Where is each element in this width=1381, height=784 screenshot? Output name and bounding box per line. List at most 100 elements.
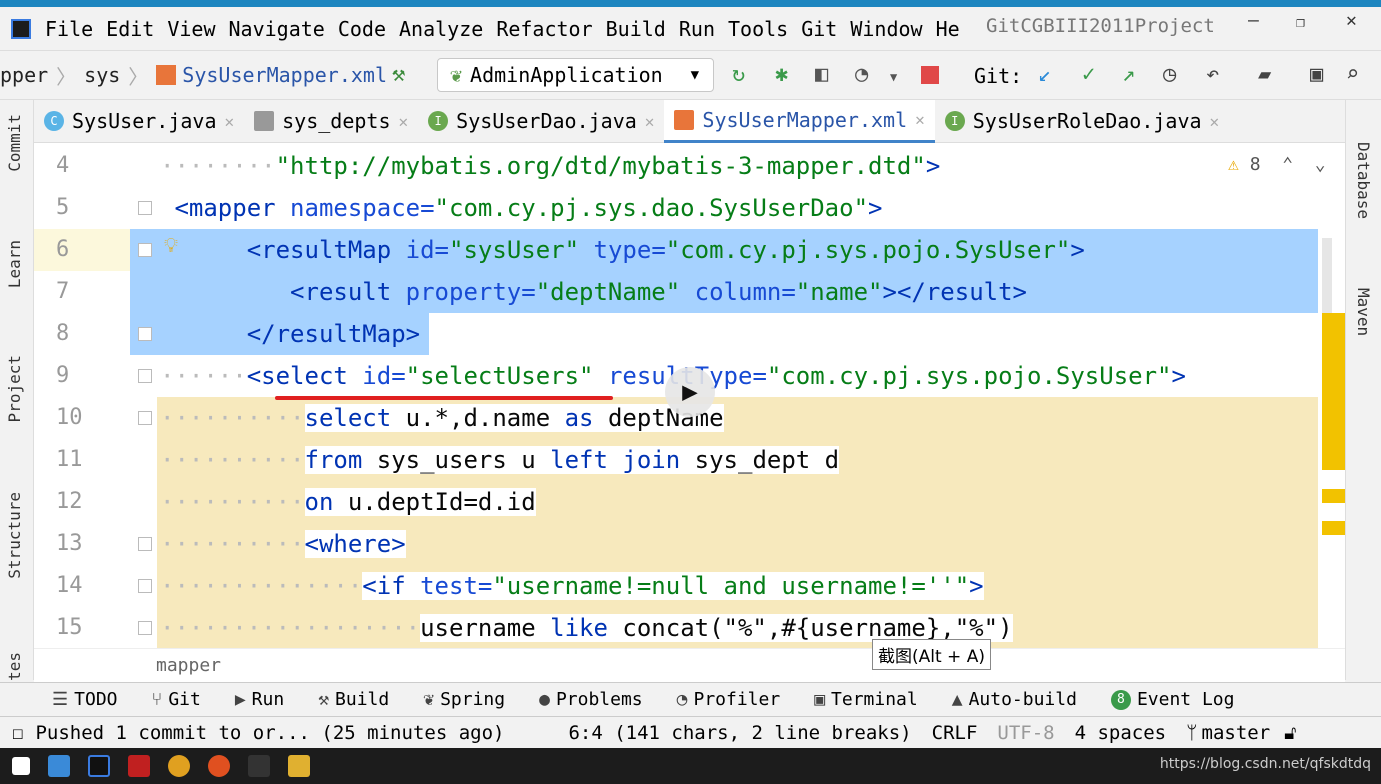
toolwindow-spring[interactable]: ❦ Spring: [423, 689, 505, 710]
minimize-button[interactable]: –: [1248, 10, 1259, 31]
video-play-button[interactable]: ▶: [665, 367, 715, 417]
line-number: 13: [56, 531, 83, 556]
caret-position[interactable]: 6:4 (141 chars, 2 line breaks): [568, 722, 911, 744]
project-structure-icon[interactable]: ▰: [1258, 62, 1271, 87]
toolwindow-label: Problems: [555, 689, 643, 710]
rollback-icon[interactable]: ↶: [1206, 62, 1219, 87]
tool-learn[interactable]: Learn: [5, 240, 24, 288]
menu-run[interactable]: Run: [679, 17, 715, 41]
menu-refactor[interactable]: Refactor: [496, 17, 592, 41]
tool-maven[interactable]: Maven: [1354, 288, 1373, 336]
toolwindow-todo[interactable]: ☰ TODO: [52, 689, 118, 710]
run-anything-icon[interactable]: ▣: [1310, 62, 1323, 87]
chrome-icon[interactable]: [168, 755, 190, 777]
fold-marker-icon[interactable]: [138, 243, 152, 257]
close-tab-icon[interactable]: ✕: [399, 112, 409, 131]
close-tab-icon[interactable]: ✕: [915, 110, 925, 129]
toolwindow-git[interactable]: ⑂ Git: [152, 689, 201, 710]
folder-icon[interactable]: [288, 755, 310, 777]
search-icon[interactable]: ⌕: [1346, 62, 1359, 87]
tab-sys-depts[interactable]: sys_depts ✕: [244, 100, 418, 143]
editor-scrollbar[interactable]: [1318, 143, 1345, 648]
code-token: "selectUsers": [405, 362, 608, 390]
line-number: 10: [56, 405, 83, 430]
toolwindow-terminal[interactable]: ▣ Terminal: [814, 689, 918, 710]
rerun-icon[interactable]: ↻: [732, 62, 745, 87]
git-update-icon[interactable]: ↙: [1038, 62, 1051, 87]
tool-favorites[interactable]: tes: [5, 652, 24, 681]
tab-sysuserroledao-java[interactable]: I SysUserRoleDao.java ✕: [935, 100, 1229, 143]
code-line: 6 <resultMap id="sysUser" type="com.cy.p…: [34, 229, 1318, 271]
line-separator[interactable]: CRLF: [932, 722, 978, 744]
toolwindow-auto-build[interactable]: ▲ Auto-build: [952, 689, 1077, 710]
tool-commit[interactable]: Commit: [5, 114, 24, 172]
fold-marker-icon[interactable]: [138, 579, 152, 593]
windows-start-icon[interactable]: [12, 757, 30, 775]
tab-sysuserdao-java[interactable]: I SysUserDao.java ✕: [418, 100, 664, 143]
git-commit-icon[interactable]: ✓: [1082, 62, 1095, 87]
menu-he[interactable]: He: [936, 17, 960, 41]
fold-marker-icon[interactable]: [138, 201, 152, 215]
more-dropdown-icon[interactable]: ▼: [890, 70, 897, 84]
fold-marker-icon[interactable]: [138, 621, 152, 635]
status-panel-icon[interactable]: ☐: [12, 722, 23, 744]
close-tab-icon[interactable]: ✕: [1210, 112, 1220, 131]
intention-bulb-icon[interactable]: 💡︎: [164, 233, 178, 257]
fold-marker-icon[interactable]: [138, 411, 152, 425]
fold-marker-icon[interactable]: [138, 327, 152, 341]
lock-icon[interactable]: 🔓︎: [1284, 722, 1296, 744]
menu-tools[interactable]: Tools: [728, 17, 788, 41]
toolwindow-problems[interactable]: ● Problems: [539, 689, 643, 710]
breadcrumb-sys[interactable]: sys: [84, 63, 120, 87]
close-tab-icon[interactable]: ✕: [225, 112, 235, 131]
history-icon[interactable]: ◷: [1163, 62, 1176, 87]
filezilla-icon[interactable]: [128, 755, 150, 777]
menu-analyze[interactable]: Analyze: [399, 17, 483, 41]
terminal-icon[interactable]: [248, 755, 270, 777]
code-token: "com.cy.pj.sys.pojo.SysUser": [665, 236, 1071, 264]
toolwindow-build[interactable]: ⚒ Build: [318, 689, 389, 710]
tool-project[interactable]: Project: [5, 355, 24, 422]
menu-window[interactable]: Window: [850, 17, 922, 41]
fold-marker-icon[interactable]: [138, 369, 152, 383]
auto-build-icon: ▲: [951, 689, 963, 710]
breadcrumb-file[interactable]: SysUserMapper.xml: [182, 63, 387, 87]
status-message[interactable]: Pushed 1 commit to or... (25 minutes ago…: [35, 722, 504, 744]
intellij-taskbar-icon[interactable]: [88, 755, 110, 777]
menu-code[interactable]: Code: [338, 17, 386, 41]
menu-view[interactable]: View: [167, 17, 215, 41]
tab-sysuser-java[interactable]: C SysUser.java ✕: [34, 100, 244, 143]
close-button[interactable]: ✕: [1346, 10, 1357, 31]
fold-marker-icon[interactable]: [138, 537, 152, 551]
tool-structure[interactable]: Structure: [5, 492, 24, 579]
stop-icon[interactable]: [921, 66, 939, 84]
xml-breadcrumb[interactable]: mapper: [34, 648, 1345, 682]
build-hammer-icon[interactable]: ⚒: [392, 62, 405, 87]
menu-navigate[interactable]: Navigate: [229, 17, 325, 41]
profiler-icon[interactable]: ◔: [855, 62, 868, 87]
code-line: 4 ········"http://mybatis.org/dtd/mybatis…: [34, 145, 1318, 187]
tool-database[interactable]: Database: [1354, 142, 1373, 219]
toolwindow-run[interactable]: ▶ Run: [235, 689, 284, 710]
file-encoding[interactable]: UTF-8: [997, 722, 1054, 744]
indent-setting[interactable]: 4 spaces: [1075, 722, 1167, 744]
desktop-icon[interactable]: [48, 755, 70, 777]
debug-icon[interactable]: ✱: [775, 62, 788, 87]
menu-file[interactable]: File: [45, 17, 93, 41]
toolwindow-event-log[interactable]: 8 Event Log: [1110, 689, 1235, 710]
menu-build[interactable]: Build: [606, 17, 666, 41]
toolwindow-profiler[interactable]: ◔ Profiler: [677, 689, 781, 710]
close-tab-icon[interactable]: ✕: [645, 112, 655, 131]
coverage-icon[interactable]: ◧: [815, 62, 828, 87]
inspection-widget[interactable]: ⚠ 8 ⌃ ⌄: [1228, 154, 1326, 175]
app-icon[interactable]: [208, 755, 230, 777]
screenshot-tooltip: 截图(Alt + A): [872, 639, 991, 670]
menu-git[interactable]: Git: [801, 17, 837, 41]
restore-button[interactable]: ❐: [1296, 13, 1305, 31]
tab-sysusermapper-xml[interactable]: SysUserMapper.xml ✕: [664, 99, 935, 143]
menu-edit[interactable]: Edit: [106, 17, 154, 41]
breadcrumb-mapper[interactable]: pper: [0, 63, 48, 87]
run-configuration-select[interactable]: ❦ AdminApplication ▼: [437, 58, 714, 92]
git-branch[interactable]: master: [1202, 722, 1271, 744]
git-push-icon[interactable]: ↗: [1122, 62, 1135, 87]
